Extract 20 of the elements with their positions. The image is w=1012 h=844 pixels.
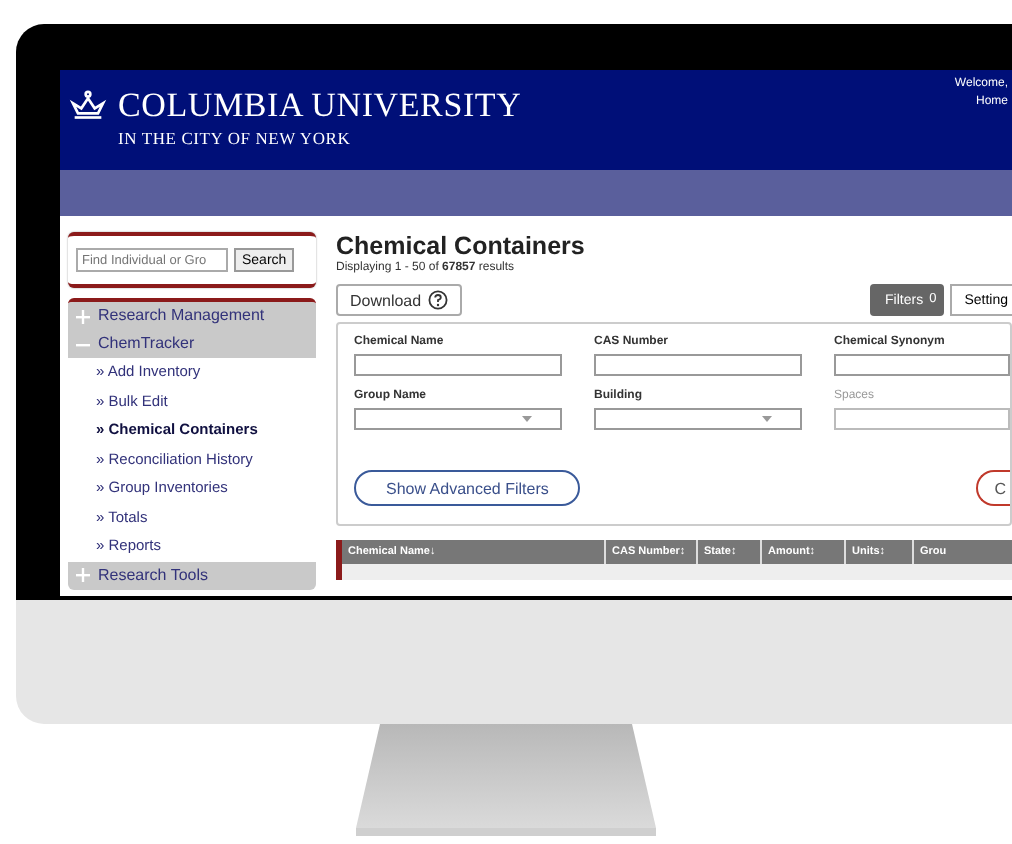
page-title: Chemical Containers bbox=[336, 232, 587, 260]
input-field[interactable] bbox=[354, 354, 562, 376]
dropdown-field[interactable] bbox=[354, 408, 562, 430]
clear-button[interactable]: C bbox=[976, 470, 1010, 506]
menu-item[interactable]: Research Management bbox=[68, 302, 316, 330]
advanced-filters-button[interactable]: Show Advanced Filters bbox=[354, 470, 581, 506]
caret-icon bbox=[522, 416, 532, 422]
dropdown-field[interactable] bbox=[594, 408, 802, 430]
download-button[interactable]: Download bbox=[336, 284, 462, 316]
menu-item[interactable]: Research Tools bbox=[68, 561, 316, 589]
university-name: COLUMBIA UNIVERSITY bbox=[118, 86, 522, 126]
university-tagline: IN THE CITY OF NEW YORK bbox=[118, 128, 353, 148]
input-field[interactable] bbox=[834, 354, 1010, 376]
menu-item[interactable]: ChemTracker bbox=[68, 330, 316, 358]
plus-icon bbox=[76, 568, 90, 582]
caret-icon bbox=[762, 416, 772, 422]
help-icon bbox=[427, 290, 448, 310]
crown-icon bbox=[68, 90, 108, 120]
plus-icon bbox=[76, 309, 90, 323]
input-field[interactable] bbox=[594, 354, 802, 376]
